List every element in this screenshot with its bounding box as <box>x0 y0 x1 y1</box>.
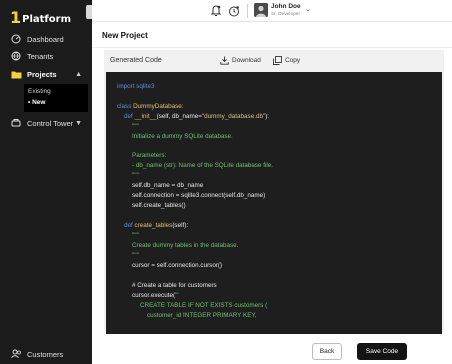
code-line: """ <box>132 252 139 259</box>
sidebar: 1 Platform Dashboard Tenants Projects ▲ … <box>0 0 92 364</box>
folder-icon <box>10 68 22 80</box>
page-title: New Project <box>102 31 148 40</box>
code-token: import sqlite3 <box>117 83 155 90</box>
code-line: self.create_tables() <box>132 202 186 209</box>
code-line: Parameters: <box>132 152 167 159</box>
control-tower-icon <box>10 117 22 129</box>
code-token: (self, db_name= <box>156 113 202 120</box>
code-line: import sqlite3 <box>117 83 154 91</box>
code-token: (self): <box>172 222 189 229</box>
bell-icon[interactable] <box>209 4 223 18</box>
chevron-down-icon[interactable]: ⌄ <box>305 5 311 13</box>
code-token: ): <box>265 113 270 120</box>
sidebar-item-dashboard[interactable]: Dashboard <box>0 31 92 47</box>
avatar[interactable] <box>254 3 268 17</box>
code-line: CREATE TABLE IF NOT EXISTS customers ( <box>140 302 268 309</box>
code-line: class DummyDatabase: <box>117 103 184 111</box>
sidebar-item-label: Control Tower <box>27 118 74 128</box>
brand-logo[interactable]: 1 Platform <box>10 6 71 26</box>
code-line: cursor = self.connection.cursor() <box>132 262 223 269</box>
sidebar-item-label: Dashboard <box>27 34 64 44</box>
code-line: Create dummy tables in the database. <box>132 242 239 249</box>
code-line: - db_name (str): Name of the SQLite data… <box>132 162 274 169</box>
dashboard-icon <box>10 33 22 45</box>
brand-name: Platform <box>22 14 71 25</box>
user-name: John Doe <box>271 3 301 10</box>
sidebar-item-projects[interactable]: Projects ▲ <box>0 66 92 82</box>
code-token: ''' <box>175 292 179 299</box>
copy-label: Copy <box>285 57 301 64</box>
code-block[interactable]: import sqlite3 class DummyDatabase: def … <box>106 72 442 334</box>
customers-icon <box>10 348 22 360</box>
sidebar-item-control-tower[interactable]: Control Tower ▼ <box>0 115 92 131</box>
code-line: # Create a table for customers <box>132 282 217 289</box>
code-token: def <box>124 113 135 120</box>
save-code-button[interactable]: Save Code <box>357 343 407 360</box>
user-role: Sr. Developer <box>271 12 301 17</box>
code-line: self.db_name = db_name <box>132 182 204 189</box>
code-token: DummyDatabase: <box>133 103 184 110</box>
divider <box>92 47 452 48</box>
card-title: Generated Code <box>110 57 162 64</box>
generated-code-card: Generated Code Download Copy import sqli… <box>104 50 444 334</box>
copy-icon <box>273 56 282 65</box>
code-line: """ <box>132 123 139 130</box>
download-label: Download <box>232 57 261 64</box>
code-line: """ <box>132 232 139 239</box>
brand-mark: 1 <box>10 8 22 27</box>
sidebar-subitem-new[interactable]: • New <box>28 99 45 106</box>
timer-icon[interactable] <box>227 4 241 18</box>
code-line: cursor.execute(''' <box>132 292 179 300</box>
copy-button[interactable]: Copy <box>273 56 300 65</box>
code-token: class <box>117 103 134 110</box>
sidebar-item-label: Tenants <box>27 51 54 61</box>
code-line: customer_id INTEGER PRIMARY KEY, <box>147 312 257 319</box>
code-line: def create_tables(self): <box>124 222 188 230</box>
code-token: cursor.execute( <box>132 292 176 299</box>
download-icon <box>220 56 229 65</box>
code-line: def __init__(self, db_name="dummy_databa… <box>124 113 269 121</box>
code-line: self.connection = sqlite3.connect(self.d… <box>132 192 266 199</box>
code-token: def <box>124 222 135 229</box>
code-token: "dummy_database.db" <box>201 113 266 120</box>
code-token: create_tables <box>134 222 173 229</box>
download-button[interactable]: Download <box>220 56 261 65</box>
sidebar-item-label: Customers <box>27 349 64 359</box>
sidebar-item-tenants[interactable]: Tenants <box>0 48 92 64</box>
tenants-icon <box>10 50 22 62</box>
main-content: New Project Generated Code Download Copy… <box>92 22 452 364</box>
code-line: """ <box>132 172 139 179</box>
code-token: __init__ <box>134 113 157 120</box>
back-button[interactable]: Back <box>312 343 342 360</box>
code-line: Initialize a dummy SQLite database. <box>132 133 233 140</box>
sidebar-item-label: Projects <box>27 69 57 79</box>
chevron-down-icon: ▼ <box>75 119 82 127</box>
chevron-up-icon: ▲ <box>75 70 82 78</box>
sidebar-item-customers[interactable]: Customers <box>0 346 92 362</box>
topbar-divider <box>247 4 248 18</box>
sidebar-subitem-existing[interactable]: Existing <box>28 88 51 95</box>
top-bar: John Doe Sr. Developer ⌄ <box>92 0 452 22</box>
